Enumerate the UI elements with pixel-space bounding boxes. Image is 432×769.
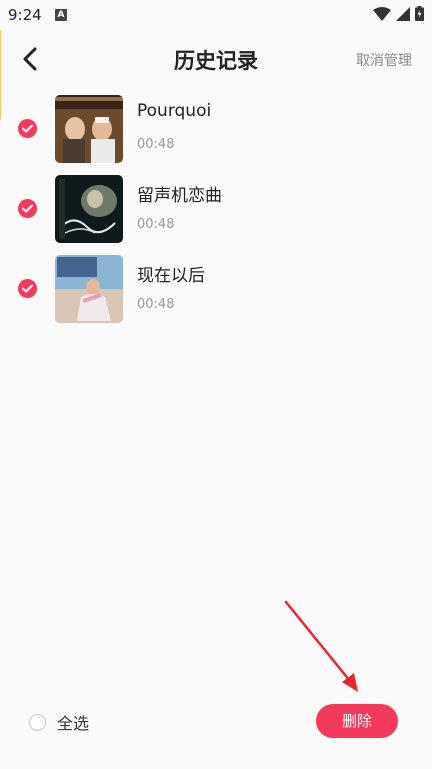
song-duration: 00:48 (137, 297, 175, 312)
annotation-arrow-icon (284, 600, 358, 692)
list-item[interactable]: 留声机恋曲 00:48 (0, 175, 432, 255)
album-cover (55, 255, 123, 323)
status-bar: 9:24 A (0, 0, 432, 30)
check-circle-icon[interactable] (18, 279, 37, 298)
history-list: Pourquoi 00:48 留声机恋曲 00:48 现在以后 00:48 (0, 95, 432, 335)
album-cover (55, 175, 123, 243)
check-circle-icon[interactable] (18, 119, 37, 138)
signal-icon (396, 6, 410, 21)
delete-button[interactable]: 删除 (316, 704, 398, 738)
select-all-label: 全选 (57, 714, 90, 733)
battery-icon (415, 6, 424, 21)
check-circle-icon[interactable] (18, 199, 37, 218)
notification-a-icon: A (55, 9, 67, 21)
select-all-radio[interactable] (29, 713, 46, 731)
select-all[interactable]: 全选 (29, 710, 89, 734)
song-title: 留声机恋曲 (137, 186, 222, 206)
album-cover (55, 95, 123, 163)
song-duration: 00:48 (137, 137, 175, 152)
list-item[interactable]: 现在以后 00:48 (0, 255, 432, 335)
header: 历史记录 取消管理 (0, 30, 432, 88)
cancel-manage-button[interactable]: 取消管理 (356, 50, 412, 70)
song-title: 现在以后 (137, 266, 205, 286)
wifi-icon (373, 6, 391, 21)
song-duration: 00:48 (137, 217, 175, 232)
status-time: 9:24 (8, 6, 42, 24)
list-item[interactable]: Pourquoi 00:48 (0, 95, 432, 175)
status-icons (373, 6, 424, 21)
song-title: Pourquoi (137, 101, 212, 121)
